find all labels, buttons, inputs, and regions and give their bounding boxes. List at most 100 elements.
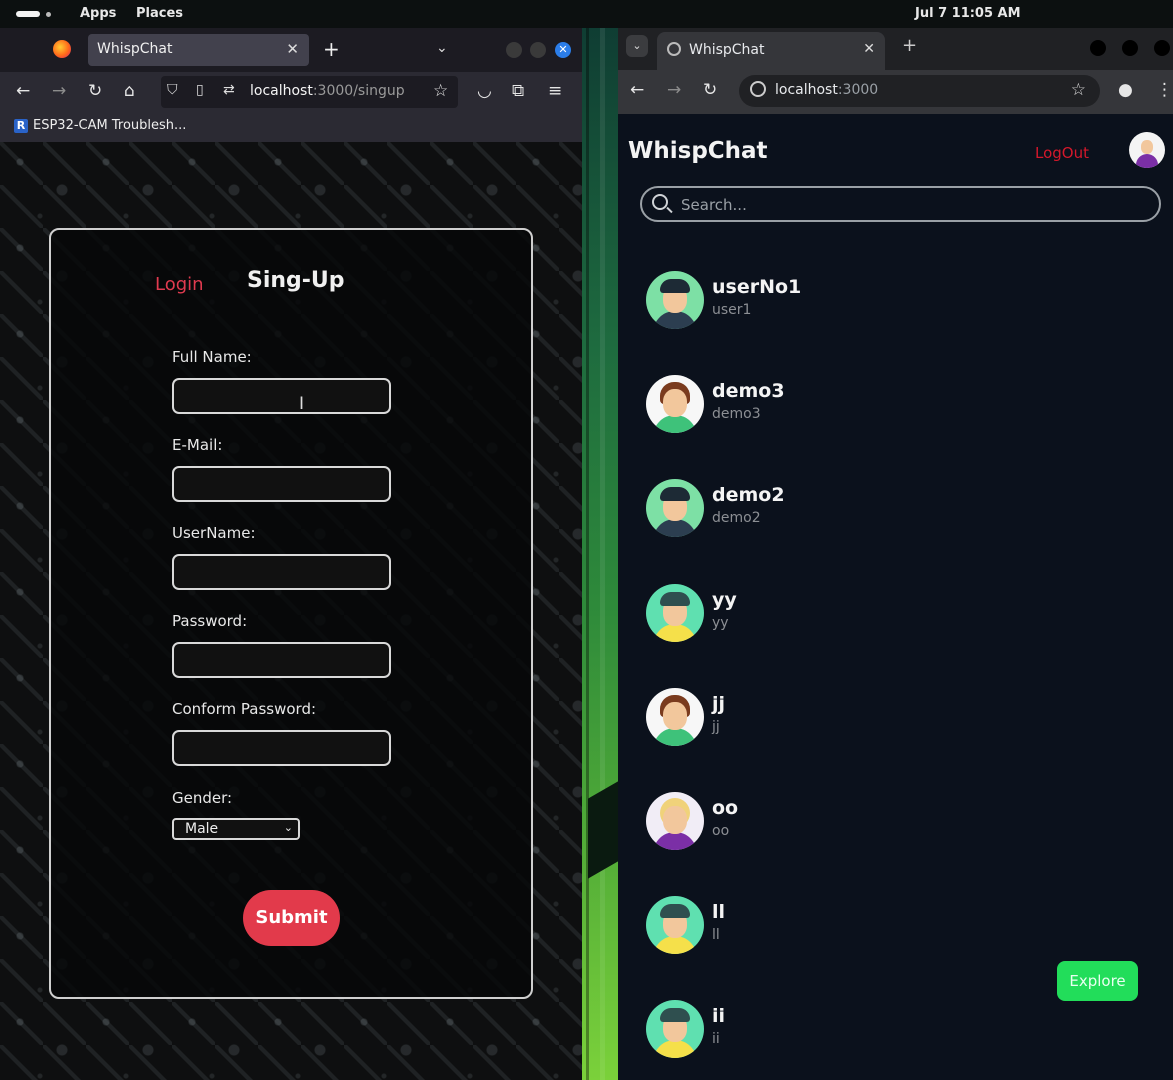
gender-select[interactable]: Male ⌄: [172, 818, 300, 840]
email-label: E-Mail:: [172, 436, 223, 454]
forward-arrow-icon[interactable]: →: [667, 80, 681, 100]
chrome-url-bar[interactable]: localhost:3000 ☆: [739, 75, 1100, 107]
password-label: Password:: [172, 612, 248, 630]
search-icon: [652, 194, 668, 210]
minimize-window-button[interactable]: [506, 42, 522, 58]
avatar-face: [663, 806, 687, 834]
full-name-input[interactable]: [172, 378, 391, 414]
places-menu[interactable]: Places: [136, 6, 183, 21]
chrome-tab-strip: ⌄ WhispChat ✕ +: [618, 28, 1173, 70]
desktop-wallpaper: [582, 28, 618, 1080]
close-window-button[interactable]: [1154, 40, 1170, 56]
signup-page: Login Sing-Up Full Name: I E-Mail: UserN…: [0, 142, 582, 1080]
home-icon[interactable]: ⌂: [124, 81, 135, 101]
firefox-navigation-bar: ← → ↻ ⌂ ⛉ ▯ ⇄ localhost:3000/singup ☆ ◡ …: [0, 72, 582, 112]
confirm-password-label: Conform Password:: [172, 700, 317, 718]
avatar-body: [653, 832, 697, 850]
tab-search-chevron-icon[interactable]: ⌄: [626, 35, 648, 57]
password-input[interactable]: [172, 642, 391, 678]
email-input[interactable]: [172, 466, 391, 502]
firefox-window: WhispChat ✕ + ⌄ ✕ ← → ↻ ⌂ ⛉ ▯ ⇄ localhos…: [0, 28, 582, 1080]
close-tab-icon[interactable]: ✕: [286, 40, 299, 58]
app-brand: WhispChat: [628, 138, 768, 164]
forward-arrow-icon[interactable]: →: [52, 81, 66, 101]
login-tab[interactable]: Login: [155, 274, 204, 295]
bookmark-star-icon[interactable]: ☆: [1071, 80, 1086, 100]
explore-button[interactable]: Explore: [1057, 961, 1138, 1001]
gender-label: Gender:: [172, 789, 233, 807]
user-username: ii: [712, 1031, 720, 1047]
user-username: demo3: [712, 406, 761, 422]
avatar-hair: [660, 592, 690, 606]
bookmark-favicon-icon: R: [14, 119, 28, 133]
url-path: :3000/singup: [312, 83, 405, 99]
boy-avatar-icon: [646, 896, 704, 954]
bookmark-star-icon[interactable]: ☆: [433, 81, 448, 101]
avatar-hair: [660, 904, 690, 918]
back-arrow-icon[interactable]: ←: [630, 80, 644, 100]
tab-title: WhispChat: [97, 41, 173, 57]
minimize-window-button[interactable]: [1090, 40, 1106, 56]
avatar-body: [653, 936, 697, 954]
user-list-item[interactable]: oo oo: [646, 792, 946, 852]
bookmark-esp32[interactable]: ESP32-CAM Troublesh...: [33, 118, 186, 133]
pocket-icon[interactable]: ◡: [477, 81, 492, 101]
avatar-face: [663, 389, 687, 417]
chevron-down-icon[interactable]: ⌄: [436, 40, 448, 56]
avatar-body: [653, 311, 697, 329]
new-tab-icon[interactable]: +: [323, 37, 340, 61]
reload-icon[interactable]: ↻: [703, 80, 717, 100]
logout-button[interactable]: LogOut: [1035, 144, 1089, 162]
workspace-dot: [46, 12, 51, 17]
chevron-down-icon: ⌄: [283, 821, 293, 834]
chat-page: WhispChat LogOut Search... userNo1 user1: [618, 114, 1173, 1080]
more-options-icon[interactable]: ⋮: [1156, 80, 1173, 100]
system-clock[interactable]: Jul 7 11:05 AM: [915, 6, 1021, 21]
search-input[interactable]: Search...: [681, 196, 747, 214]
shield-icon[interactable]: ⛉: [167, 82, 178, 98]
confirm-password-input[interactable]: [172, 730, 391, 766]
user-name: yy: [712, 589, 737, 611]
submit-button[interactable]: Submit: [243, 890, 340, 946]
close-tab-icon[interactable]: ✕: [863, 41, 875, 57]
permissions-icon[interactable]: ⇄: [223, 82, 235, 98]
new-tab-icon[interactable]: +: [902, 35, 917, 56]
maximize-window-button[interactable]: [1122, 40, 1138, 56]
user-list-item[interactable]: demo2 demo2: [646, 479, 946, 539]
search-bar[interactable]: Search...: [640, 186, 1161, 222]
user-name: ii: [712, 1005, 726, 1027]
hamburger-menu-icon[interactable]: ≡: [548, 81, 562, 101]
user-name: oo: [712, 797, 739, 819]
avatar-body: [653, 624, 697, 642]
apps-menu[interactable]: Apps: [80, 6, 116, 21]
firefox-tab-whispchat[interactable]: WhispChat ✕: [88, 34, 309, 66]
page-icon[interactable]: ▯: [196, 82, 204, 98]
user-list-item[interactable]: userNo1 user1: [646, 271, 946, 331]
globe-icon: [667, 42, 681, 56]
reload-icon[interactable]: ↻: [88, 81, 102, 101]
user-name: demo2: [712, 484, 785, 506]
site-info-icon[interactable]: [750, 81, 766, 97]
system-top-bar: Apps Places Jul 7 11:05 AM: [0, 0, 1173, 28]
username-input[interactable]: [172, 554, 391, 590]
user-list-item[interactable]: ii ii: [646, 1000, 946, 1060]
profile-icon[interactable]: ●: [1118, 80, 1133, 100]
avatar-hair: [660, 1008, 690, 1022]
back-arrow-icon[interactable]: ←: [16, 81, 30, 101]
signup-tab[interactable]: Sing-Up: [247, 268, 345, 293]
chrome-tab-whispchat[interactable]: WhispChat ✕: [657, 32, 885, 70]
chrome-window: ⌄ WhispChat ✕ + ← → ↻ localhost:3000 ☆ ●…: [618, 28, 1173, 1080]
chrome-navigation-bar: ← → ↻ localhost:3000 ☆ ● ⋮: [618, 70, 1173, 114]
firefox-logo-icon[interactable]: [53, 40, 71, 58]
current-user-avatar[interactable]: [1129, 132, 1165, 168]
maximize-window-button[interactable]: [530, 42, 546, 58]
user-list-item[interactable]: ll ll: [646, 896, 946, 956]
activities-indicator[interactable]: [16, 11, 40, 17]
close-window-button[interactable]: ✕: [555, 42, 571, 58]
firefox-url-bar[interactable]: ⛉ ▯ ⇄ localhost:3000/singup: [161, 76, 458, 108]
desktop: Apps Places Jul 7 11:05 AM WhispChat ✕ +…: [0, 0, 1173, 1080]
user-list-item[interactable]: jj jj: [646, 688, 946, 748]
user-list-item[interactable]: yy yy: [646, 584, 946, 644]
user-list-item[interactable]: demo3 demo3: [646, 375, 946, 435]
extensions-icon[interactable]: ⧉: [512, 81, 524, 101]
